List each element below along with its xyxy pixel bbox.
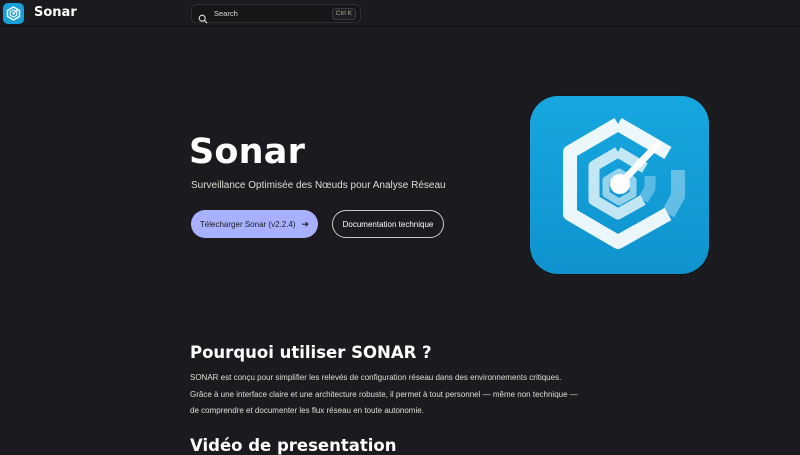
why-section-body: SONAR est conçu pour simplifier les rele…	[190, 370, 610, 420]
why-line-3: de comprendre et documenter les flux rés…	[190, 406, 424, 415]
hero-tagline: Surveillance Optimisée des Nœuds pour An…	[191, 180, 446, 191]
why-line-2: Grâce à une interface claire et une arch…	[190, 389, 578, 399]
logo-icon[interactable]	[3, 3, 24, 24]
arrow-right-icon: ➔	[301, 218, 310, 229]
top-navbar: Sonar Search Ctrl K	[0, 0, 800, 27]
search-box[interactable]: Search Ctrl K	[191, 4, 361, 23]
search-shortcut-badge: Ctrl K	[331, 7, 356, 20]
documentation-button[interactable]: Documentation technique	[332, 210, 444, 238]
download-button-label: Télecharger Sonar (v2.2.4)	[199, 219, 296, 229]
video-section-title: Vidéo de presentation	[190, 436, 397, 455]
why-section-title: Pourquoi utiliser SONAR ?	[190, 343, 432, 362]
sonar-logo-image	[530, 96, 709, 274]
documentation-button-label: Documentation technique	[342, 219, 434, 229]
hero-title: Sonar	[189, 132, 306, 172]
brand-name[interactable]: Sonar	[34, 5, 77, 20]
download-button[interactable]: Télecharger Sonar (v2.2.4) ➔	[191, 210, 318, 238]
search-icon	[198, 9, 208, 23]
why-line-1: SONAR est conçu pour simplifier les rele…	[190, 373, 562, 382]
search-label: Search	[214, 9, 238, 18]
